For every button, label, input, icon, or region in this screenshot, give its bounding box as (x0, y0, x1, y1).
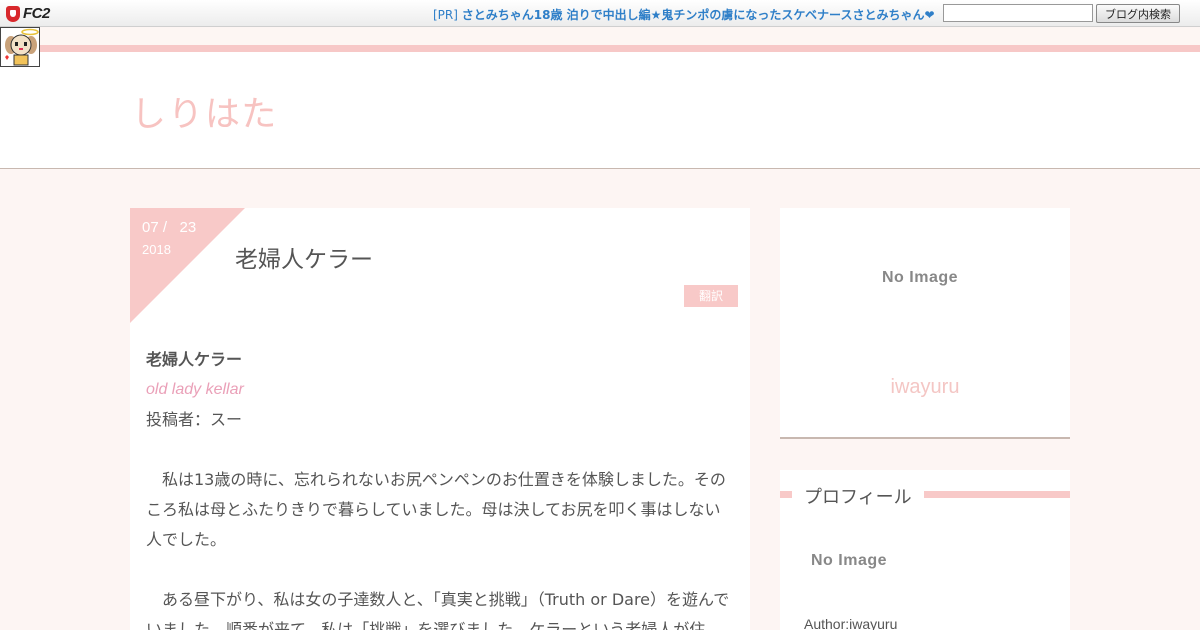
blog-header: しりはた (0, 28, 1200, 169)
paragraph-2: ある昼下がり、私は女の子達数人と、「真実と挑戦」（Truth or Dare）を… (146, 590, 730, 630)
site-title[interactable]: しりはた (131, 86, 278, 137)
mascot-icon[interactable] (0, 27, 40, 67)
fc2-logo-text: FC2 (23, 5, 50, 22)
profile-heading: プロフィール (804, 487, 912, 508)
header-stripe-light (0, 28, 1200, 45)
paragraph-1: 私は13歳の時に、忘れられないお尻ペンペンのお仕置きを体験しました。そのころ私は… (146, 470, 726, 549)
article-heading: 老婦人ケラー (146, 350, 243, 369)
profile-image-placeholder: No Image (882, 269, 959, 286)
fc2-logo-icon (6, 5, 20, 22)
fc2-logo[interactable]: FC2 (6, 4, 50, 23)
heading-bar-left (780, 491, 792, 498)
blog-search-button[interactable]: ブログ内検索 (1096, 4, 1180, 23)
article-year: 2018 (142, 242, 171, 257)
header-stripe-pink (0, 45, 1200, 52)
profile-image-placeholder-2: No Image (811, 552, 888, 569)
pr-prefix: [PR] (433, 8, 458, 22)
article-card: 07 / 23 2018 老婦人ケラー 翻訳 老婦人ケラー old lady k… (130, 208, 750, 630)
fc2-toolbar: FC2 [PR] さとみちゃん18歳 泊りで中出し編★鬼チンポの虜になったスケベ… (0, 0, 1200, 27)
author-label: Author:iwayuru (804, 616, 898, 630)
author-name[interactable]: iwayuru (780, 376, 1070, 399)
heading-bar-right (924, 491, 1070, 498)
article-date: 07 / 23 (142, 219, 197, 236)
profile-section: プロフィール No Image Author:iwayuru (780, 470, 1070, 630)
profile-card: No Image iwayuru (780, 208, 1070, 439)
english-title: old lady kellar (146, 381, 244, 398)
article-title[interactable]: 老婦人ケラー (235, 240, 373, 274)
category-tag[interactable]: 翻訳 (684, 285, 738, 307)
blog-search-input[interactable] (943, 4, 1093, 22)
poster-line: 投稿者：スー (146, 410, 243, 429)
pr-text: さとみちゃん18歳 泊りで中出し編★鬼チンポの虜になったスケベナースさとみちゃん… (461, 8, 935, 22)
article-body: 老婦人ケラー old lady kellar 投稿者：スー 私は13歳の時に、忘… (146, 345, 730, 630)
pr-link[interactable]: [PR] さとみちゃん18歳 泊りで中出し編★鬼チンポの虜になったスケベナースさ… (433, 6, 935, 23)
